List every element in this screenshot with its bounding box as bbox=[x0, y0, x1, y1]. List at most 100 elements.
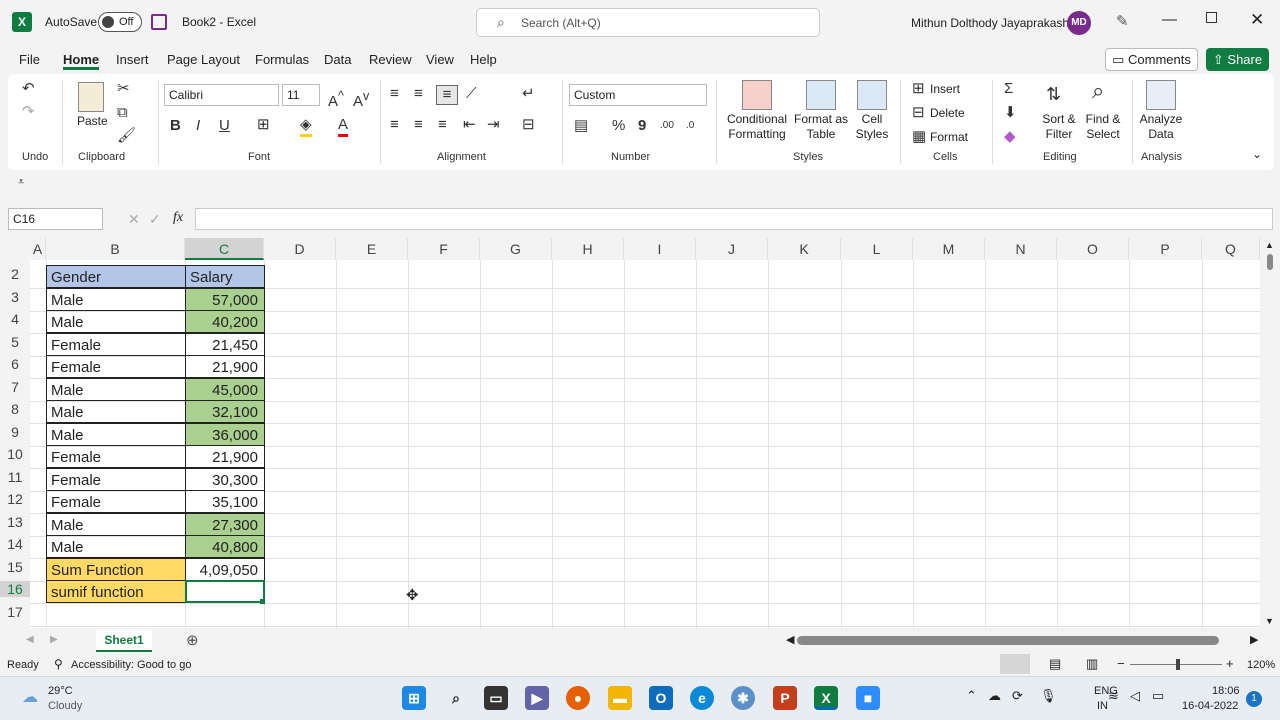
salary-cell[interactable]: 57,000 bbox=[185, 288, 265, 311]
sync-icon[interactable]: ⟳ bbox=[1012, 688, 1023, 704]
save-icon[interactable] bbox=[151, 14, 167, 30]
row-header-10[interactable]: 10 bbox=[0, 446, 30, 462]
scroll-up-icon[interactable]: ▲ bbox=[1265, 240, 1274, 250]
accessibility-status[interactable]: Accessibility: Good to go bbox=[71, 659, 191, 671]
gender-cell[interactable]: Male bbox=[46, 535, 186, 558]
tab-home[interactable]: Home bbox=[63, 50, 100, 70]
align-top-icon[interactable]: ≡ bbox=[390, 85, 399, 103]
column-header-d[interactable]: D bbox=[264, 238, 336, 260]
zoom-slider-thumb[interactable] bbox=[1176, 659, 1180, 670]
wrap-text-icon[interactable]: ↵ bbox=[522, 85, 535, 103]
increase-decimal-icon[interactable]: .00 bbox=[660, 117, 674, 135]
worksheet-grid[interactable]: Gender Salary Male 57,000 Male 40,200 Fe… bbox=[30, 260, 1260, 628]
copy-icon[interactable]: ⧉ bbox=[117, 104, 128, 122]
analyze-data-icon[interactable] bbox=[1146, 80, 1176, 110]
avatar[interactable]: MD bbox=[1067, 11, 1091, 35]
row-header-2[interactable]: 2 bbox=[0, 266, 30, 282]
gender-cell[interactable]: Male bbox=[46, 423, 186, 446]
find-select-icon[interactable]: ⌕ bbox=[1092, 80, 1104, 102]
column-header-o[interactable]: O bbox=[1057, 238, 1129, 260]
column-header-p[interactable]: P bbox=[1129, 238, 1202, 260]
merge-center-icon[interactable]: ⊟ bbox=[522, 116, 535, 134]
autosum-icon[interactable]: Σ bbox=[1004, 80, 1013, 98]
gender-cell[interactable]: Male bbox=[46, 378, 186, 401]
gender-cell[interactable]: Male bbox=[46, 400, 186, 423]
column-header-n[interactable]: N bbox=[985, 238, 1057, 260]
gender-cell[interactable]: Female bbox=[46, 333, 186, 356]
scroll-thumb[interactable] bbox=[1267, 254, 1273, 270]
start-icon[interactable]: ⊞ bbox=[402, 686, 426, 710]
currency-icon[interactable]: ▤ bbox=[574, 117, 588, 135]
row-header-11[interactable]: 11 bbox=[0, 469, 30, 485]
sumif-function-label[interactable]: sumif function bbox=[46, 580, 186, 603]
close-icon[interactable]: ✕ bbox=[1250, 10, 1264, 30]
increase-indent-icon[interactable]: ⇥ bbox=[487, 116, 500, 134]
tab-formulas[interactable]: Formulas bbox=[255, 50, 309, 70]
borders-icon[interactable]: ⊞ bbox=[257, 116, 270, 134]
cell-styles-icon[interactable] bbox=[857, 80, 887, 110]
page-layout-view-icon[interactable]: ▤ bbox=[1049, 656, 1061, 672]
row-header-4[interactable]: 4 bbox=[0, 311, 30, 327]
salary-cell[interactable]: 36,000 bbox=[185, 423, 265, 446]
redo-icon[interactable]: ↷ bbox=[22, 103, 35, 121]
paste-icon[interactable] bbox=[78, 82, 104, 112]
row-header-5[interactable]: 5 bbox=[0, 334, 30, 350]
search-box[interactable]: ⌕ Search (Alt+Q) bbox=[476, 8, 820, 37]
volume-icon[interactable]: ◁ bbox=[1130, 688, 1140, 704]
tab-file[interactable]: File bbox=[19, 50, 40, 70]
gender-cell[interactable]: Male bbox=[46, 288, 186, 311]
normal-view-icon[interactable] bbox=[1000, 654, 1030, 674]
settings-app-icon[interactable]: ✱ bbox=[731, 686, 755, 710]
row-header-6[interactable]: 6 bbox=[0, 356, 30, 372]
weather-icon[interactable]: ☁ bbox=[22, 687, 38, 707]
battery-icon[interactable]: ▭ bbox=[1152, 688, 1164, 704]
salary-cell[interactable]: 27,300 bbox=[185, 513, 265, 536]
underline-icon[interactable]: U bbox=[219, 117, 230, 135]
cell-styles-button[interactable]: Cell Styles bbox=[850, 112, 894, 142]
language-2[interactable]: IN bbox=[1097, 700, 1108, 712]
column-header-a[interactable]: A bbox=[30, 238, 46, 260]
column-header-q[interactable]: Q bbox=[1202, 238, 1260, 260]
clock-date[interactable]: 16-04-2022 bbox=[1182, 700, 1238, 712]
clock-time[interactable]: 18:06 bbox=[1212, 685, 1240, 697]
fill-icon[interactable]: ⬇ bbox=[1004, 104, 1017, 122]
next-sheet-icon[interactable]: ▶ bbox=[50, 634, 58, 645]
onedrive-icon[interactable]: ☁ bbox=[988, 688, 1001, 704]
tab-help[interactable]: Help bbox=[470, 50, 497, 70]
sheet-tab-sheet1[interactable]: Sheet1 bbox=[96, 630, 152, 652]
header-cell-gender[interactable]: Gender bbox=[46, 265, 186, 288]
zoom-out-icon[interactable]: − bbox=[1117, 656, 1125, 671]
italic-icon[interactable]: I bbox=[196, 117, 200, 135]
column-header-l[interactable]: L bbox=[841, 238, 913, 260]
row-header-15[interactable]: 15 bbox=[0, 559, 30, 575]
sum-function-value[interactable]: 4,09,050 bbox=[185, 558, 265, 581]
gender-cell[interactable]: Female bbox=[46, 490, 186, 513]
confirm-entry-icon[interactable]: ✓ bbox=[149, 211, 161, 228]
row-header-13[interactable]: 13 bbox=[0, 514, 30, 530]
row-header-8[interactable]: 8 bbox=[0, 401, 30, 417]
tab-view[interactable]: View bbox=[426, 50, 454, 70]
column-header-e[interactable]: E bbox=[336, 238, 408, 260]
pen-icon[interactable]: ✎ bbox=[1116, 12, 1129, 30]
scroll-right-icon[interactable]: ▶ bbox=[1250, 633, 1258, 646]
zoom-level[interactable]: 120% bbox=[1247, 659, 1275, 671]
add-sheet-icon[interactable]: ⊕ bbox=[186, 631, 199, 649]
gender-cell[interactable]: Female bbox=[46, 355, 186, 378]
decrease-decimal-icon[interactable]: .0 bbox=[686, 117, 694, 135]
accessibility-icon[interactable]: ⚲ bbox=[54, 657, 63, 671]
paste-label[interactable]: Paste bbox=[77, 114, 108, 129]
salary-cell[interactable]: 30,300 bbox=[185, 468, 265, 491]
collapse-ribbon-icon[interactable]: ⌄ bbox=[1252, 147, 1262, 161]
microphone-icon[interactable]: 🎙 bbox=[1040, 688, 1057, 704]
format-as-table-button[interactable]: Format as Table bbox=[794, 112, 848, 142]
find-select-button[interactable]: Find & Select bbox=[1081, 112, 1125, 142]
task-view-icon[interactable]: ▭ bbox=[484, 686, 508, 710]
comments-button[interactable]: ▭ Comments bbox=[1105, 48, 1198, 71]
powerpoint-icon[interactable]: P bbox=[773, 686, 797, 710]
cancel-entry-icon[interactable]: ✕ bbox=[128, 211, 140, 228]
row-header-7[interactable]: 7 bbox=[0, 379, 30, 395]
sort-filter-button[interactable]: Sort & Filter bbox=[1038, 112, 1080, 142]
header-cell-salary[interactable]: Salary bbox=[185, 265, 265, 288]
conditional-formatting-button[interactable]: Conditional Formatting bbox=[722, 112, 792, 142]
conditional-formatting-icon[interactable] bbox=[742, 80, 772, 110]
